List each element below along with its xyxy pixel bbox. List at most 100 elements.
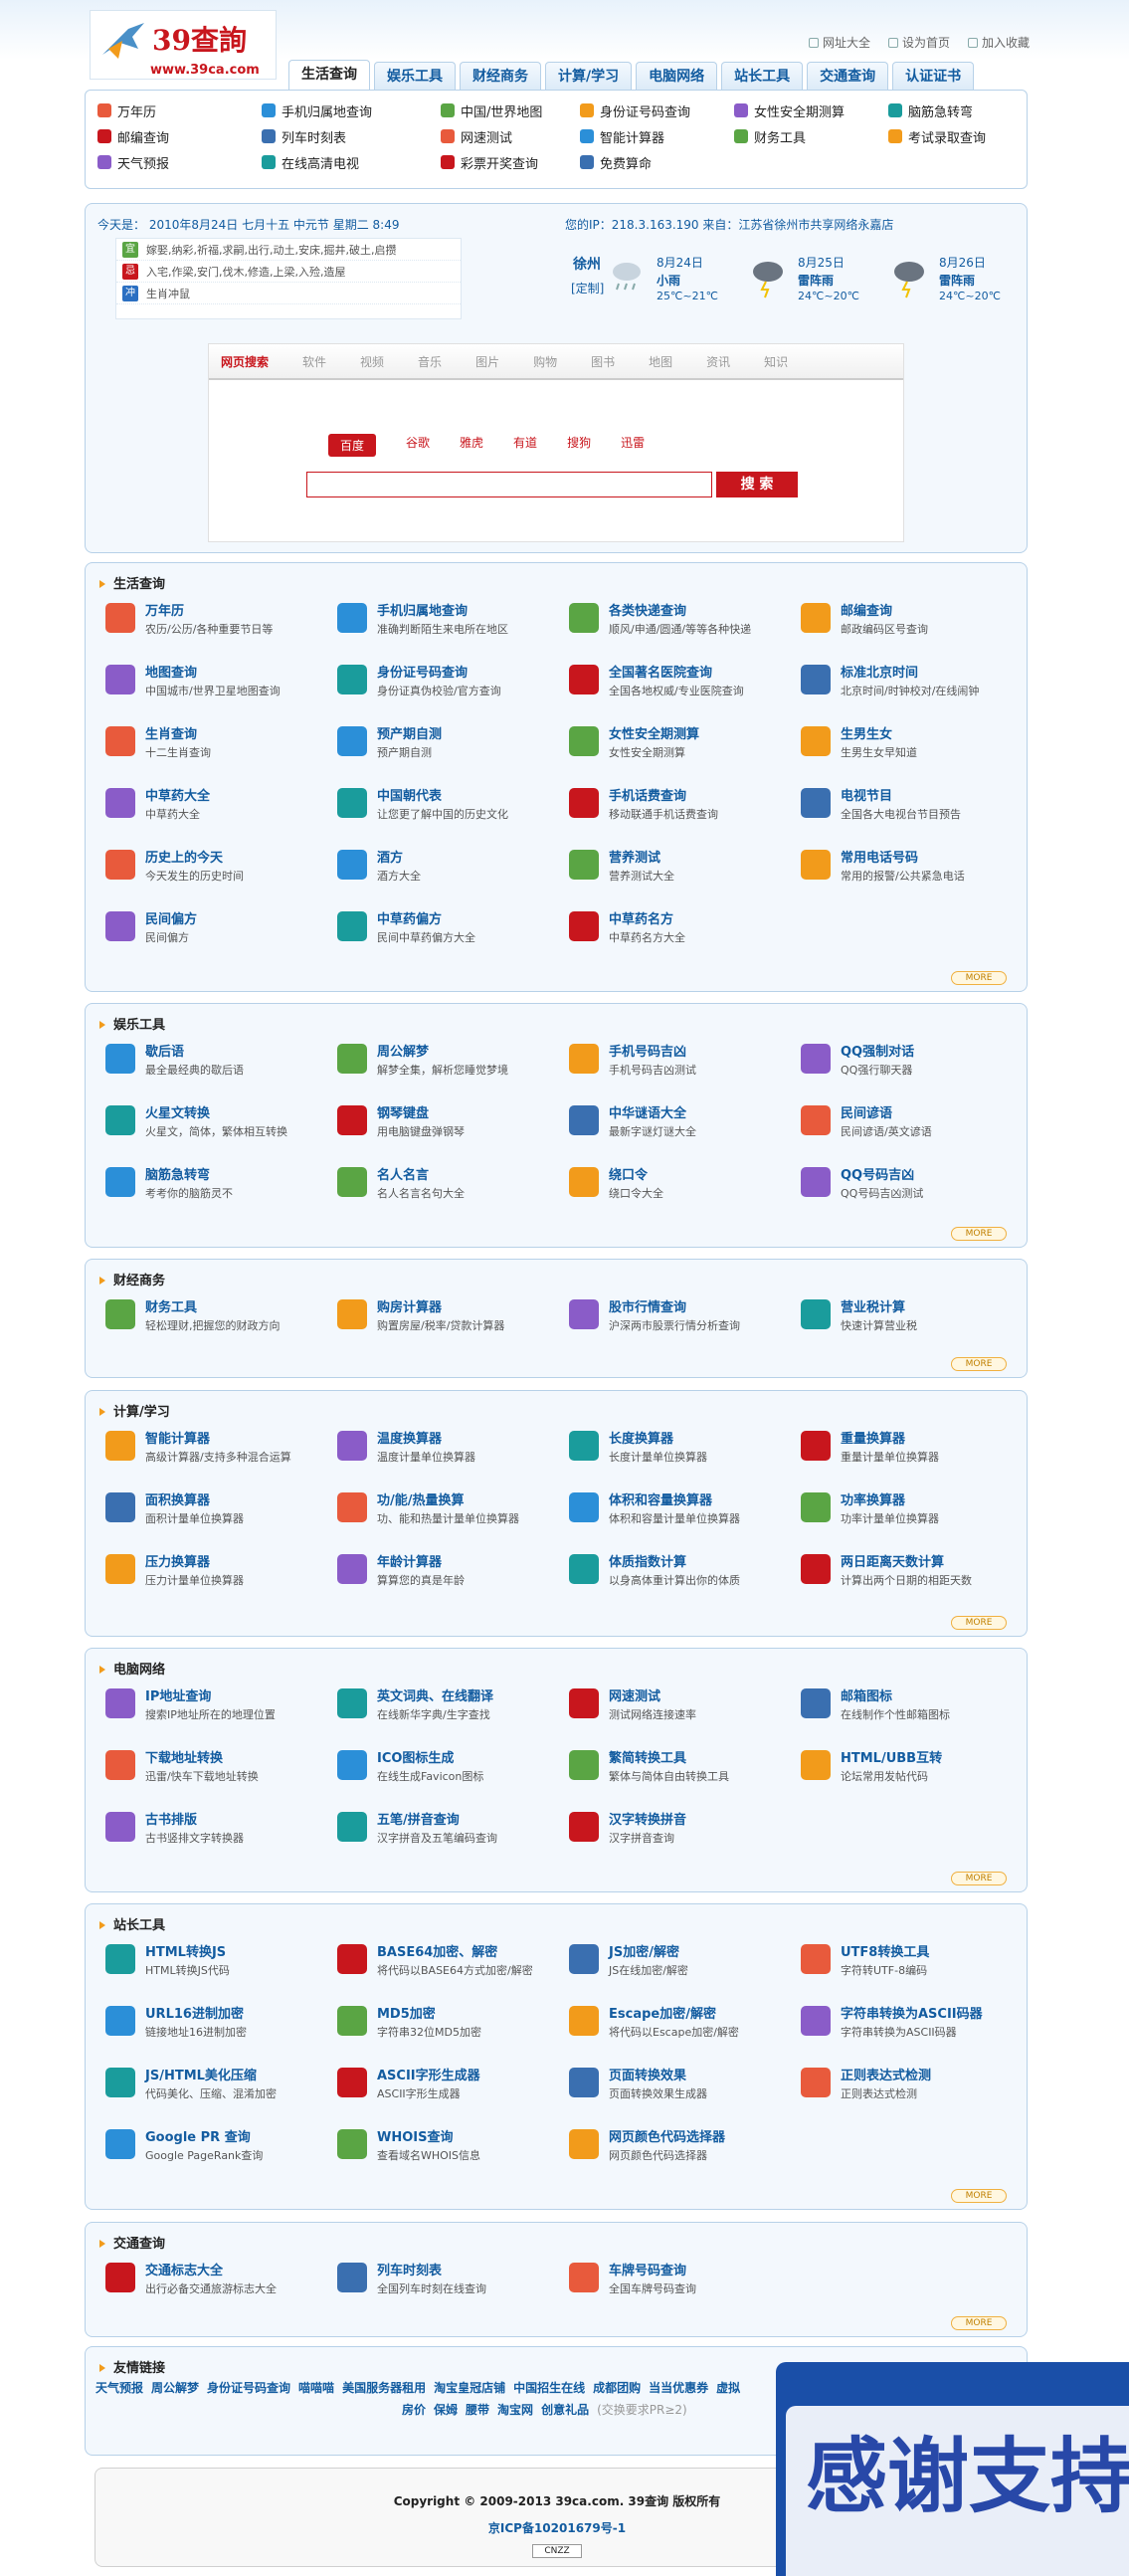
tool-title[interactable]: UTF8转换工具 [841, 1944, 929, 1962]
link-bookmark[interactable]: 加入收藏 [967, 34, 1030, 51]
tool-title[interactable]: Google PR 查询 [145, 2129, 263, 2147]
subnav-item[interactable]: 万年历 [97, 100, 262, 120]
tool-title[interactable]: JS加密/解密 [609, 1944, 688, 1962]
tool-title[interactable]: 生肖查询 [145, 726, 211, 744]
search-tab[interactable]: 地图 [649, 353, 672, 370]
tool-title[interactable]: 列车时刻表 [377, 2263, 486, 2280]
subnav-item[interactable]: 智能计算器 [580, 126, 734, 146]
tool-item[interactable]: 钢琴键盘 用电脑键盘弹钢琴 [337, 1105, 569, 1145]
tool-item[interactable]: 绕口令 绕口令大全 [569, 1167, 801, 1207]
more-button[interactable]: MORE [951, 2316, 1007, 2330]
engine-option[interactable]: 谷歌 [406, 434, 430, 457]
tool-item[interactable]: JS加密/解密 JS在线加密/解密 [569, 1944, 801, 1984]
friend-link[interactable]: 虚拟 [716, 2381, 740, 2395]
tool-item[interactable]: 周公解梦 解梦全集，解析您睡觉梦境 [337, 1044, 569, 1084]
tab-certificate[interactable]: 认证证书 [892, 62, 975, 90]
tool-title[interactable]: Escape加密/解密 [609, 2006, 739, 2024]
tool-item[interactable]: 下载地址转换 迅雷/快车下载地址转换 [105, 1750, 337, 1790]
tool-item[interactable]: 功/能/热量换算 功、能和热量计量单位换算器 [337, 1492, 569, 1532]
tool-item[interactable]: 中草药名方 中草药名方大全 [569, 911, 801, 951]
tool-title[interactable]: 钢琴键盘 [377, 1105, 465, 1123]
subnav-item[interactable]: 在线高清电视 [262, 152, 441, 172]
tool-title[interactable]: 歇后语 [145, 1044, 244, 1062]
subnav-item[interactable]: 财务工具 [734, 126, 888, 146]
tool-title[interactable]: 股市行情查询 [609, 1299, 740, 1317]
tool-item[interactable]: JS/HTML美化压缩 代码美化、压缩、混淆加密 [105, 2068, 337, 2107]
tool-item[interactable]: 汉字转换拼音 汉字拼音查询 [569, 1812, 801, 1852]
tool-item[interactable]: 酒方 酒方大全 [337, 850, 569, 890]
tool-title[interactable]: 身份证号码查询 [377, 665, 501, 683]
tool-title[interactable]: 两日距离天数计算 [841, 1554, 972, 1572]
search-tab[interactable]: 购物 [533, 353, 557, 370]
search-tab[interactable]: 视频 [360, 353, 384, 370]
tool-title[interactable]: WHOIS查询 [377, 2129, 480, 2147]
link-set-home[interactable]: 设为首页 [887, 34, 950, 51]
friend-link[interactable]: 淘宝网 [497, 2403, 533, 2417]
friend-link[interactable]: 淘宝皇冠店铺 [434, 2381, 505, 2395]
engine-option[interactable]: 迅雷 [621, 434, 645, 457]
tool-title[interactable]: 常用电话号码 [841, 850, 965, 868]
tool-title[interactable]: HTML/UBB互转 [841, 1750, 942, 1768]
friend-link[interactable]: 保姆 [434, 2403, 458, 2417]
tool-title[interactable]: 中华谜语大全 [609, 1105, 696, 1123]
subnav-item[interactable]: 免费算命 [580, 152, 734, 172]
tool-item[interactable]: 身份证号码查询 身份证真伪校验/官方查询 [337, 665, 569, 704]
search-tab[interactable]: 资讯 [706, 353, 730, 370]
tab-entertainment[interactable]: 娱乐工具 [374, 62, 456, 90]
tool-item[interactable]: 网页颜色代码选择器 网页颜色代码选择器 [569, 2129, 801, 2169]
friend-link[interactable]: 身份证号码查询 [207, 2381, 290, 2395]
tool-title[interactable]: IP地址查询 [145, 1688, 276, 1706]
tool-item[interactable]: 生肖查询 十二生肖查询 [105, 726, 337, 766]
tool-title[interactable]: 字符串转换为ASCII码器 [841, 2006, 983, 2024]
engine-option[interactable]: 搜狗 [567, 434, 591, 457]
friend-link[interactable]: 中国招生在线 [513, 2381, 585, 2395]
site-logo[interactable]: 39查詢 www.39ca.com [90, 10, 277, 80]
subnav-item[interactable]: 彩票开奖查询 [441, 152, 580, 172]
tool-item[interactable]: 常用电话号码 常用的报警/公共紧急电话 [801, 850, 1033, 890]
subnav-item[interactable]: 中国/世界地图 [441, 100, 580, 120]
tool-title[interactable]: 名人名言 [377, 1167, 465, 1185]
tool-title[interactable]: 车牌号码查询 [609, 2263, 696, 2280]
tool-title[interactable]: 年龄计算器 [377, 1554, 465, 1572]
tool-item[interactable]: ICO图标生成 在线生成Favicon图标 [337, 1750, 569, 1790]
subnav-item[interactable]: 网速测试 [441, 126, 580, 146]
tool-title[interactable]: 电视节目 [841, 788, 961, 806]
tool-item[interactable]: 手机号码吉凶 手机号码吉凶测试 [569, 1044, 801, 1084]
tool-title[interactable]: JS/HTML美化压缩 [145, 2068, 277, 2085]
tool-item[interactable]: 体质指数计算 以身高体重计算出你的体质 [569, 1554, 801, 1594]
tool-item[interactable]: 购房计算器 购置房屋/税率/贷款计算器 [337, 1299, 569, 1339]
tool-item[interactable]: 手机话费查询 移动联通手机话费查询 [569, 788, 801, 828]
tool-item[interactable]: 中国朝代表 让您更了解中国的历史文化 [337, 788, 569, 828]
tool-item[interactable]: 正则表达式检测 正则表达式检测 [801, 2068, 1033, 2107]
tool-item[interactable]: 五笔/拼音查询 汉字拼音及五笔编码查询 [337, 1812, 569, 1852]
friend-link[interactable]: 天气预报 [95, 2381, 143, 2395]
tool-item[interactable]: 地图查询 中国城市/世界卫星地图查询 [105, 665, 337, 704]
tool-title[interactable]: 古书排版 [145, 1812, 244, 1830]
search-tab[interactable]: 网页搜索 [221, 353, 269, 370]
search-tab[interactable]: 图书 [591, 353, 615, 370]
tool-item[interactable]: 重量换算器 重量计量单位换算器 [801, 1431, 1033, 1471]
search-button[interactable]: 搜 索 [716, 472, 798, 497]
subnav-item[interactable]: 女性安全期测算 [734, 100, 888, 120]
tool-title[interactable]: 周公解梦 [377, 1044, 508, 1062]
more-button[interactable]: MORE [951, 1872, 1007, 1885]
weather-customize[interactable]: [定制] [571, 280, 604, 297]
tool-title[interactable]: 下载地址转换 [145, 1750, 259, 1768]
engine-option[interactable]: 百度 [328, 434, 377, 457]
search-input[interactable] [306, 472, 712, 497]
tool-title[interactable]: 营养测试 [609, 850, 674, 868]
tool-item[interactable]: 两日距离天数计算 计算出两个日期的相距天数 [801, 1554, 1033, 1594]
tool-title[interactable]: 邮箱图标 [841, 1688, 950, 1706]
tool-title[interactable]: 地图查询 [145, 665, 281, 683]
tool-item[interactable]: 各类快递查询 顺风/申通/圆通/等等各种快递 [569, 603, 801, 643]
tool-title[interactable]: 中草药偏方 [377, 911, 475, 929]
tool-title[interactable]: 网页颜色代码选择器 [609, 2129, 725, 2147]
tool-title[interactable]: 智能计算器 [145, 1431, 291, 1449]
tool-title[interactable]: 中草药大全 [145, 788, 210, 806]
tab-webmaster[interactable]: 站长工具 [721, 62, 804, 90]
subnav-item[interactable]: 考试录取查询 [888, 126, 1042, 146]
tool-item[interactable]: 手机归属地查询 准确判断陌生来电所在地区 [337, 603, 569, 643]
friend-link[interactable]: 喵喵喵 [298, 2381, 334, 2395]
tool-item[interactable]: HTML/UBB互转 论坛常用发帖代码 [801, 1750, 1033, 1790]
tool-item[interactable]: 车牌号码查询 全国车牌号码查询 [569, 2263, 801, 2302]
